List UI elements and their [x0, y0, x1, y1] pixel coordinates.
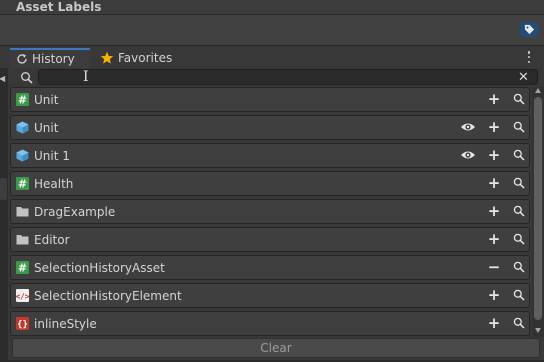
item-name: Unit 1 — [34, 149, 70, 163]
add-favorite-icon[interactable]: + — [486, 286, 502, 304]
item-name: Editor — [34, 233, 70, 247]
ping-search-icon[interactable] — [511, 287, 527, 303]
list-item[interactable]: {} inlineStyle + — [10, 311, 530, 336]
scroll-up-icon[interactable] — [535, 88, 541, 93]
item-name: SelectionHistoryAsset — [34, 261, 165, 275]
script-icon: # — [16, 261, 29, 275]
remove-favorite-icon[interactable]: − — [486, 258, 502, 276]
script-icon: # — [16, 93, 29, 107]
list-item[interactable]: Editor + — [10, 227, 530, 252]
item-name: DragExample — [34, 205, 116, 219]
text-cursor-icon: I — [83, 69, 89, 85]
history-list: # Unit + Unit + Unit 1 + # Health + Drag… — [10, 87, 530, 337]
list-item[interactable]: Unit 1 + — [10, 143, 530, 168]
list-item[interactable]: # Unit + — [10, 87, 530, 112]
ping-search-icon[interactable] — [511, 259, 527, 275]
more-options-icon[interactable] — [524, 50, 534, 64]
clear-button[interactable]: Clear — [12, 338, 540, 358]
ping-search-icon[interactable] — [511, 175, 527, 191]
item-name: Unit — [34, 121, 59, 135]
folder-icon — [16, 205, 29, 218]
asset-labels-panel — [0, 15, 544, 46]
list-item[interactable]: # SelectionHistoryAsset − — [10, 255, 530, 280]
svg-text:</>: </> — [16, 292, 29, 301]
panel-marker — [0, 178, 7, 200]
ping-search-icon[interactable] — [511, 231, 527, 247]
star-icon — [100, 51, 114, 64]
folder-icon — [16, 233, 29, 246]
add-favorite-icon[interactable]: + — [486, 118, 502, 136]
prefab-icon — [16, 149, 29, 162]
scroll-down-icon[interactable] — [535, 328, 541, 333]
search-input[interactable] — [38, 69, 538, 85]
tab-history[interactable]: History — [10, 48, 90, 68]
ping-search-icon[interactable] — [511, 203, 527, 219]
svg-text:#: # — [18, 94, 27, 107]
collapse-arrow-icon[interactable]: ◀ — [0, 74, 5, 83]
clear-search-icon[interactable]: ✕ — [518, 71, 529, 84]
list-item[interactable]: DragExample + — [10, 199, 530, 224]
eye-icon[interactable] — [460, 119, 476, 135]
add-favorite-icon[interactable]: + — [486, 146, 502, 164]
add-favorite-icon[interactable]: + — [486, 230, 502, 248]
asset-labels-header: Asset Labels — [0, 0, 544, 15]
tab-favorites[interactable]: Favorites — [98, 48, 198, 68]
item-name: Health — [34, 177, 74, 191]
scrollbar-thumb[interactable] — [534, 97, 542, 320]
svg-text:#: # — [18, 262, 27, 275]
svg-text:#: # — [18, 178, 27, 191]
list-item[interactable]: </> SelectionHistoryElement + — [10, 283, 530, 308]
uss-icon: {} — [16, 317, 29, 330]
add-favorite-icon[interactable]: + — [486, 314, 502, 332]
script-icon: # — [16, 177, 29, 191]
item-name: inlineStyle — [34, 317, 97, 331]
search-icon — [21, 72, 33, 84]
asset-label-button[interactable] — [519, 22, 539, 37]
list-item[interactable]: Unit + — [10, 115, 530, 140]
add-favorite-icon[interactable]: + — [486, 90, 502, 108]
history-icon — [17, 54, 27, 64]
eye-icon[interactable] — [460, 147, 476, 163]
tab-history-label: History — [32, 52, 75, 66]
ping-search-icon[interactable] — [511, 91, 527, 107]
uxml-icon: </> — [16, 289, 30, 302]
prefab-icon — [16, 121, 29, 134]
ping-search-icon[interactable] — [511, 119, 527, 135]
add-favorite-icon[interactable]: + — [486, 174, 502, 192]
list-item[interactable]: # Health + — [10, 171, 530, 196]
left-panel-edge: ◀ — [0, 68, 8, 362]
ping-search-icon[interactable] — [511, 147, 527, 163]
item-name: Unit — [34, 93, 59, 107]
asset-labels-title: Asset Labels — [16, 0, 102, 14]
item-name: SelectionHistoryElement — [34, 289, 182, 303]
tag-icon — [524, 24, 534, 35]
add-favorite-icon[interactable]: + — [486, 202, 502, 220]
ping-search-icon[interactable] — [511, 315, 527, 331]
tab-favorites-label: Favorites — [118, 51, 173, 65]
svg-text:{}: {} — [17, 320, 28, 330]
